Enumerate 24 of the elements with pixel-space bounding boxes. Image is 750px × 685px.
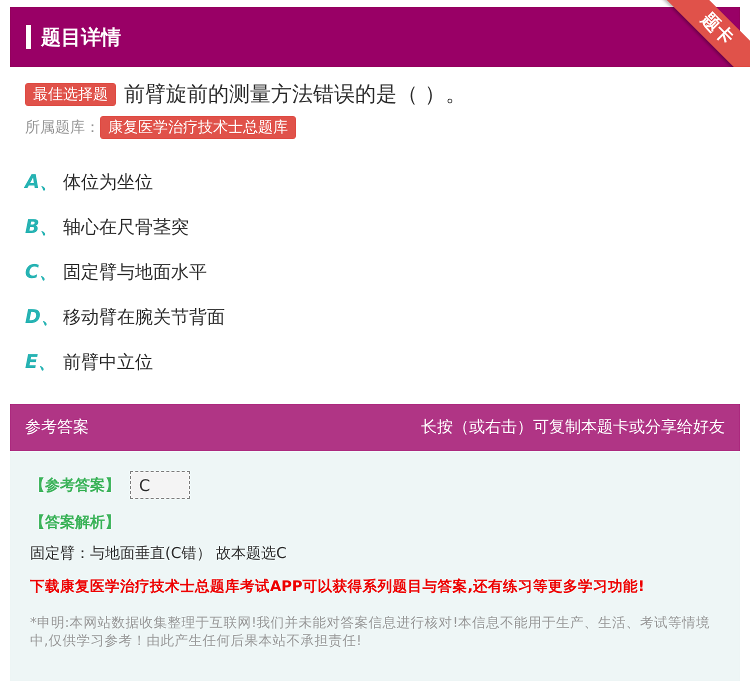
option-text: 固定臂与地面水平 bbox=[63, 260, 207, 284]
bank-badge: 康复医学治疗技术士总题库 bbox=[100, 116, 296, 139]
option-text: 轴心在尺骨茎突 bbox=[63, 216, 189, 238]
header-title: 题目详情 bbox=[41, 24, 121, 50]
answer-label: 【参考答案】 bbox=[30, 476, 120, 494]
analysis-text: 固定臂：与地面垂直(C错） 故本题选C bbox=[30, 544, 288, 563]
option-letter: D、 bbox=[25, 304, 61, 330]
bank-label: 所属题库： bbox=[25, 118, 100, 137]
option-letter: B、 bbox=[25, 214, 60, 240]
title-marker bbox=[26, 25, 31, 49]
disclaimer-text: *申明:本网站数据收集整理于互联网!我们并未能对答案信息进行核对!本信息不能用于生产、生活、考试等情境中,仅供学习参考！由此产生任何后果本站不承担责任! bbox=[30, 614, 712, 650]
question-text: 前臂旋前的测量方法错误的是（ ）。 bbox=[124, 81, 467, 108]
option-letter: E、 bbox=[25, 350, 58, 374]
option-text: 体位为坐位 bbox=[63, 170, 153, 194]
option-letter: A、 bbox=[25, 170, 60, 194]
answer-image: C bbox=[130, 471, 190, 499]
option-text: 前臂中立位 bbox=[63, 350, 153, 374]
app-promo-text: 下载康复医学治疗技术士总题库考试APP可以获得系列题目与答案,还有练习等更多学习功能! bbox=[30, 577, 646, 596]
answer-section-title: 参考答案 bbox=[25, 417, 89, 438]
analysis-label: 【答案解析】 bbox=[30, 513, 121, 532]
question-type-badge: 最佳选择题 bbox=[25, 82, 116, 106]
share-hint: 长按（或右击）可复制本题卡或分享给好友 bbox=[421, 417, 725, 438]
option-text: 移动臂在腕关节背面 bbox=[63, 306, 225, 328]
option-letter: C、 bbox=[25, 260, 59, 284]
